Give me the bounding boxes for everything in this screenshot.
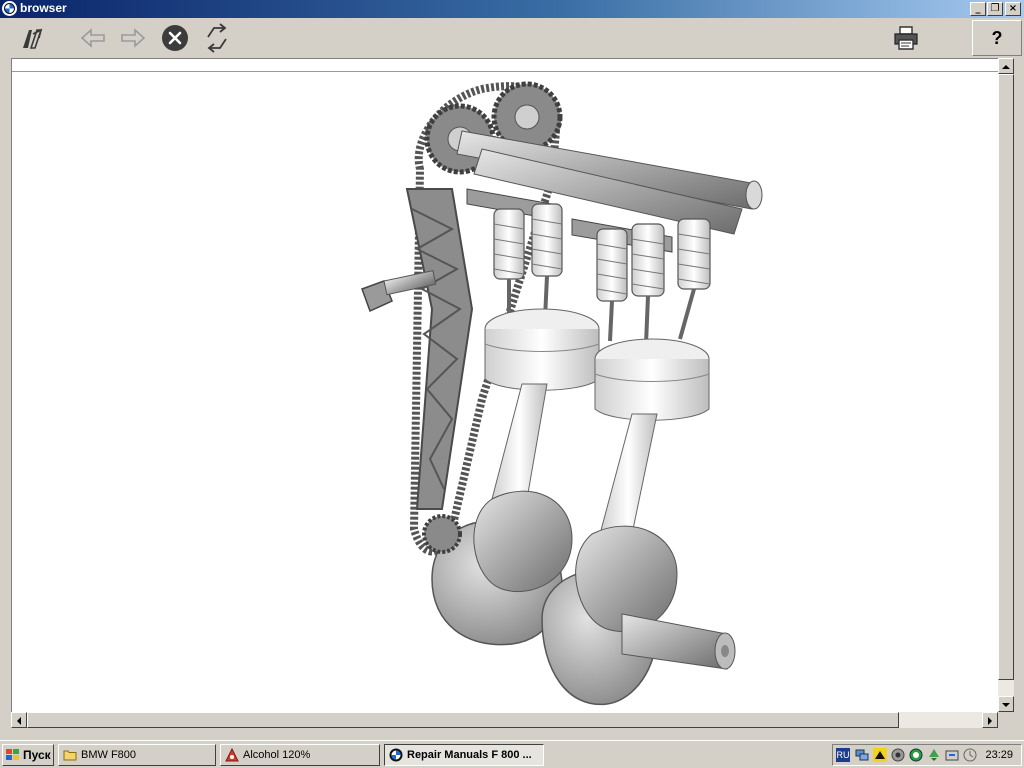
triangle-up-icon <box>1002 65 1010 69</box>
help-button[interactable]: ? <box>972 20 1022 56</box>
taskbar: Пуск BMW F800 Alcohol 120% Repair Manual… <box>0 740 1024 768</box>
arrow-right-icon <box>121 28 146 48</box>
minimize-button[interactable]: _ <box>970 2 986 16</box>
folder-icon <box>63 750 77 761</box>
system-tray: RU 23:29 <box>832 744 1022 766</box>
printer-icon <box>894 26 918 50</box>
start-label: Пуск <box>23 748 51 762</box>
split-view-icon <box>23 28 43 49</box>
scroll-up-button[interactable] <box>998 58 1014 74</box>
scroll-left-button[interactable] <box>11 712 27 728</box>
engine-illustration <box>361 81 763 706</box>
window-title: browser <box>20 1 67 15</box>
bmw-logo-icon <box>389 748 403 762</box>
start-button[interactable]: Пуск <box>2 744 54 766</box>
arrow-left-icon <box>80 28 105 48</box>
windows-logo-icon <box>6 749 19 760</box>
recycle-icon[interactable] <box>927 748 941 762</box>
stop-button[interactable] <box>159 22 191 54</box>
horizontal-scrollbar[interactable] <box>11 712 998 728</box>
bmw-logo-icon <box>2 1 17 16</box>
refresh-icon <box>207 23 227 53</box>
toolbar: ? <box>0 18 1024 58</box>
vertical-scroll-thumb[interactable] <box>998 74 1014 680</box>
task-label: Repair Manuals F 800 ... <box>407 749 532 761</box>
horizontal-scroll-thumb[interactable] <box>27 712 899 728</box>
device-icon[interactable] <box>945 748 959 762</box>
task-label: BMW F800 <box>81 749 137 761</box>
close-circle-icon <box>162 25 188 51</box>
antivirus-icon[interactable] <box>909 748 923 762</box>
network-icon[interactable] <box>855 748 869 762</box>
alcohol-tray-icon[interactable] <box>873 748 887 762</box>
document-view <box>11 58 998 712</box>
clock-tray-icon[interactable] <box>963 748 977 762</box>
refresh-button[interactable] <box>201 22 233 54</box>
speaker-icon[interactable] <box>891 748 905 762</box>
restore-button[interactable]: ❐ <box>987 2 1003 16</box>
close-window-button[interactable]: × <box>1005 2 1021 16</box>
language-indicator[interactable]: RU <box>836 748 850 762</box>
triangle-left-icon <box>17 717 21 725</box>
vertical-scrollbar[interactable] <box>998 58 1014 712</box>
task-bmw-f800[interactable]: BMW F800 <box>58 744 216 766</box>
forward-button[interactable] <box>117 22 149 54</box>
task-repair-manuals[interactable]: Repair Manuals F 800 ... <box>384 744 544 766</box>
split-view-button[interactable] <box>16 22 48 54</box>
scroll-right-button[interactable] <box>982 712 998 728</box>
alcohol-app-icon <box>225 748 239 762</box>
scroll-down-button[interactable] <box>998 696 1014 712</box>
task-label: Alcohol 120% <box>243 749 311 761</box>
back-button[interactable] <box>77 22 109 54</box>
print-button[interactable] <box>890 22 922 54</box>
triangle-down-icon <box>1002 703 1010 707</box>
triangle-right-icon <box>988 717 992 725</box>
title-bar: browser _ ❐ × <box>0 0 1024 18</box>
task-alcohol[interactable]: Alcohol 120% <box>220 744 380 766</box>
clock: 23:29 <box>985 749 1013 761</box>
